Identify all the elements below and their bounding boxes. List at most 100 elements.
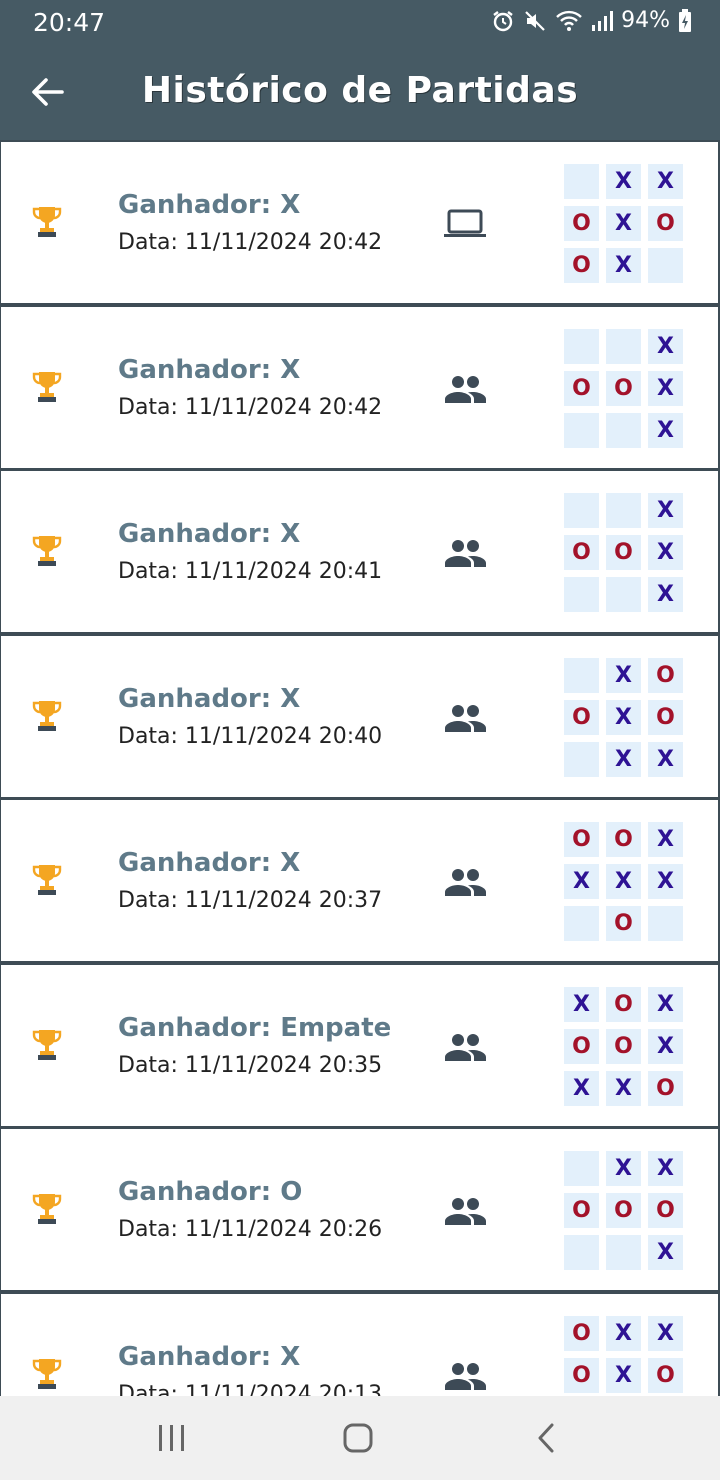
people-icon [443,1360,487,1392]
board-cell: O [564,1028,599,1064]
trophy-icon [31,1028,63,1062]
board-cell: X [606,864,641,899]
board-cell: X [648,577,683,612]
trophy-icon [31,1357,63,1391]
board-cell [606,328,641,364]
game-board: XXOOOX [564,1151,686,1271]
people-icon [443,866,487,898]
board-cell: O [564,1357,599,1393]
battery-icon [679,8,691,32]
board-cell [564,1235,599,1270]
winner-label: Ganhador: X [118,848,301,878]
board-cell: X [606,741,641,777]
match-date: Data: 11/11/2024 20:13 [118,1381,383,1397]
match-history-list[interactable]: Ganhador: X Data: 11/11/2024 20:42 X X O X O O X… [0,140,720,1396]
match-date: Data: 11/11/2024 20:42 [118,230,383,255]
people-icon [443,373,487,405]
board-cell [648,248,683,283]
board-cell [564,164,599,199]
laptop-icon [443,208,487,240]
board-cell [606,577,641,612]
board-cell: X [606,1357,641,1393]
board-cell: O [564,1315,599,1351]
board-cell: X [648,864,683,899]
board-cell: O [606,822,641,857]
board-cell [648,906,683,941]
board-cell: X [648,493,683,528]
board-cell: O [648,1357,683,1393]
board-cell: X [648,164,683,199]
board-cell: O [564,370,599,406]
status-time: 20:47 [33,8,106,37]
match-card[interactable]: Ganhador: X Data: 11/11/2024 20:13 O X X O X O [1,1293,718,1397]
match-card[interactable]: Ganhador: X Data: 11/11/2024 20:37 O O X X X X O [1,800,718,961]
page-title: Histórico de Partidas [141,70,579,111]
board-cell: O [606,370,641,406]
winner-label: Ganhador: X [118,1341,301,1372]
trophy-icon [31,863,63,897]
board-cell: O [606,906,641,941]
board-cell: X [606,1070,641,1106]
board-cell [564,412,599,448]
board-cell [606,493,641,528]
match-date: Data: 11/11/2024 20:37 [118,888,383,913]
winner-label: Ganhador: O [118,1177,303,1207]
match-card[interactable]: Ganhador: X Data: 11/11/2024 20:41 X O O X X [1,471,718,632]
trophy-icon [31,699,63,733]
board-cell: X [648,986,683,1022]
game-board: XOOXX [564,328,686,449]
game-board: OXXOXO [564,1315,686,1397]
board-cell: O [606,535,641,570]
board-cell: O [606,986,641,1022]
match-card[interactable]: Ganhador: X Data: 11/11/2024 20:40 X O O X O X X [1,635,718,797]
wifi-icon [556,10,582,31]
home-icon[interactable] [340,1420,376,1456]
winner-label: Ganhador: X [118,519,301,549]
board-cell: O [648,1193,683,1228]
app-bar: Histórico de Partidas [0,44,720,140]
board-cell: O [606,1193,641,1228]
board-cell: X [648,1315,683,1351]
board-cell: X [648,1151,683,1186]
board-cell: O [564,248,599,283]
trophy-icon [31,205,63,239]
board-cell: X [606,248,641,283]
trophy-icon [31,1192,63,1226]
board-cell: O [648,657,683,693]
board-cell: X [564,986,599,1022]
match-card[interactable]: Ganhador: O Data: 11/11/2024 20:26 X X O O O X [1,1129,718,1290]
back-icon[interactable] [532,1420,562,1456]
board-cell: X [606,699,641,735]
board-cell: X [606,1151,641,1186]
battery-percent: 94% [621,8,670,33]
match-date: Data: 11/11/2024 20:41 [118,559,383,584]
trophy-icon [31,370,63,404]
game-board: XOXOOXXXO [564,986,686,1107]
board-cell: O [648,1070,683,1106]
board-cell [564,577,599,612]
board-cell [606,412,641,448]
board-cell [564,328,599,364]
board-cell: X [564,1070,599,1106]
board-cell: X [648,822,683,857]
match-card[interactable]: Ganhador: X Data: 11/11/2024 20:42 X O O X X [1,306,718,468]
board-cell: X [606,1315,641,1351]
game-board: OOXXXXO [564,822,686,942]
match-card[interactable]: Ganhador: Empate Data: 11/11/2024 20:35 X O… [1,964,718,1126]
people-icon [443,537,487,569]
board-cell: O [564,1193,599,1228]
alarm-icon [493,10,513,31]
match-date: Data: 11/11/2024 20:40 [118,723,383,749]
board-cell: O [606,1028,641,1064]
board-cell [606,1235,641,1270]
board-cell: O [648,206,683,241]
winner-label: Ganhador: X [118,683,301,714]
match-card[interactable]: Ganhador: X Data: 11/11/2024 20:42 X X O X O O X [1,142,718,303]
board-cell: X [648,1028,683,1064]
board-cell [564,657,599,693]
recents-icon[interactable] [155,1420,189,1456]
match-date: Data: 11/11/2024 20:26 [118,1217,383,1242]
trophy-icon [31,534,63,568]
game-board: XXOXOOX [564,164,686,284]
people-icon [443,702,487,734]
